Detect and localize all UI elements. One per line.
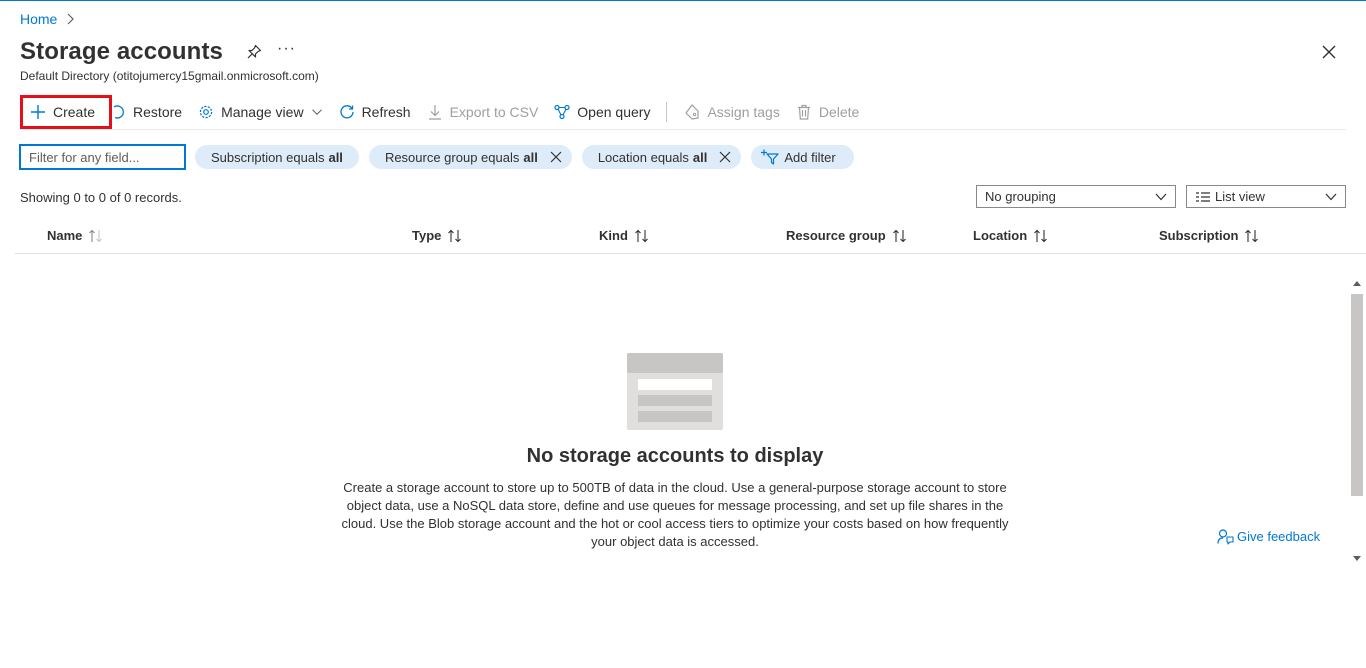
scrollbar-thumb[interactable] (1351, 294, 1363, 496)
chevron-down-icon (1155, 193, 1167, 200)
open-query-label: Open query (577, 104, 651, 120)
location-filter-pill[interactable]: Location equals all (581, 145, 742, 169)
breadcrumb: Home (20, 11, 75, 27)
toolbar-separator (666, 102, 668, 122)
column-header-label: Type (412, 228, 442, 243)
location-filter-label: Location equals (597, 149, 689, 165)
grouping-dropdown[interactable]: No grouping (976, 185, 1176, 208)
gear-icon (199, 105, 213, 119)
trash-icon (797, 104, 810, 120)
add-filter-button[interactable]: Add filter (751, 145, 854, 169)
table-header: Name Type Kind Resource group Location S… (15, 222, 1366, 254)
column-header-resource-group[interactable]: Resource group (786, 228, 908, 243)
tag-icon (685, 104, 700, 120)
restore-button[interactable]: Restore (110, 96, 182, 128)
delete-label: Delete (818, 104, 860, 120)
assign-tags-label: Assign tags (707, 104, 780, 120)
sort-icon (448, 229, 462, 242)
restore-label: Restore (133, 104, 183, 120)
chevron-right-icon (67, 13, 75, 25)
download-icon (428, 105, 441, 120)
give-feedback-label: Give feedback (1237, 529, 1321, 544)
open-query-button[interactable]: Open query (554, 96, 650, 128)
empty-state-illustration-icon (627, 353, 723, 430)
column-header-subscription[interactable]: Subscription (1159, 228, 1260, 243)
add-filter-label: Add filter (784, 149, 836, 165)
pin-icon[interactable] (245, 43, 263, 61)
view-selected: List view (1195, 189, 1265, 204)
column-header-label: Subscription (1159, 228, 1239, 243)
command-bar: Create Restore Manage view Refresh Expor… (20, 95, 875, 129)
scroll-up-arrow-icon[interactable] (1353, 281, 1361, 286)
column-header-location[interactable]: Location (973, 228, 1049, 243)
resource-group-filter-pill[interactable]: Resource group equals all (368, 145, 572, 169)
directory-subtitle: Default Directory (otitojumercy15gmail.o… (20, 69, 319, 83)
manage-view-button[interactable]: Manage view (198, 96, 323, 128)
column-header-label: Resource group (786, 228, 886, 243)
resource-group-filter-label: Resource group equals (384, 149, 520, 165)
column-header-label: Kind (599, 228, 628, 243)
column-header-kind[interactable]: Kind (599, 228, 650, 243)
view-dropdown[interactable]: List view (1186, 185, 1346, 208)
scroll-down-arrow-icon[interactable] (1353, 556, 1361, 561)
empty-state-title: No storage accounts to display (526, 445, 824, 467)
chevron-down-icon (1325, 193, 1337, 200)
breadcrumb-home-link[interactable]: Home (20, 11, 57, 27)
refresh-label: Refresh (361, 104, 411, 120)
sort-icon (89, 229, 103, 242)
subscription-filter-value: all (328, 149, 343, 165)
sort-icon (892, 229, 906, 242)
refresh-button[interactable]: Refresh (339, 96, 411, 128)
sort-icon (1245, 229, 1259, 242)
chevron-down-icon (311, 109, 322, 115)
export-csv-button[interactable]: Export to CSV (427, 96, 539, 128)
manage-view-label: Manage view (221, 104, 304, 120)
column-header-type[interactable]: Type (412, 228, 463, 243)
remove-filter-icon[interactable] (719, 151, 731, 163)
restore-icon (113, 105, 125, 119)
subscription-filter-pill[interactable]: Subscription equals all (195, 145, 359, 169)
close-icon[interactable] (1321, 44, 1337, 60)
grouping-selected: No grouping (985, 189, 1056, 204)
top-accent-line (0, 0, 1366, 1)
list-view-icon (1196, 191, 1210, 202)
column-header-label: Name (47, 228, 83, 243)
resource-group-filter-value: all (523, 149, 538, 165)
filter-bar: Subscription equalsall Resource group eq… (19, 144, 854, 170)
refresh-icon (339, 105, 354, 119)
sort-icon (635, 229, 648, 242)
create-label: Create (53, 104, 96, 120)
sort-icon (1034, 229, 1048, 242)
give-feedback-link[interactable]: Give feedback (1217, 528, 1320, 545)
column-header-label: Location (973, 228, 1028, 243)
view-selected-label: List view (1215, 189, 1265, 204)
toolbar-divider (20, 129, 1346, 130)
assign-tags-button[interactable]: Assign tags (684, 96, 780, 128)
more-options-button[interactable]: ··· (277, 41, 296, 60)
export-csv-label: Export to CSV (449, 104, 539, 120)
page-title: Storage accounts (20, 38, 223, 65)
subscription-filter-label: Subscription equals (211, 149, 325, 165)
records-count: Showing 0 to 0 of 0 records. (20, 190, 182, 205)
plus-icon (31, 105, 45, 119)
title-row: Storage accounts ··· (20, 38, 296, 66)
empty-state-description: Create a storage account to store up to … (341, 480, 1009, 549)
remove-filter-icon[interactable] (550, 151, 562, 163)
add-filter-icon (761, 149, 779, 165)
column-header-name[interactable]: Name (47, 228, 104, 243)
feedback-icon (1217, 529, 1234, 545)
query-icon (554, 104, 570, 120)
filter-input[interactable] (19, 144, 186, 170)
location-filter-value: all (692, 149, 708, 165)
delete-button[interactable]: Delete (796, 96, 859, 128)
create-button[interactable]: Create (20, 95, 113, 129)
